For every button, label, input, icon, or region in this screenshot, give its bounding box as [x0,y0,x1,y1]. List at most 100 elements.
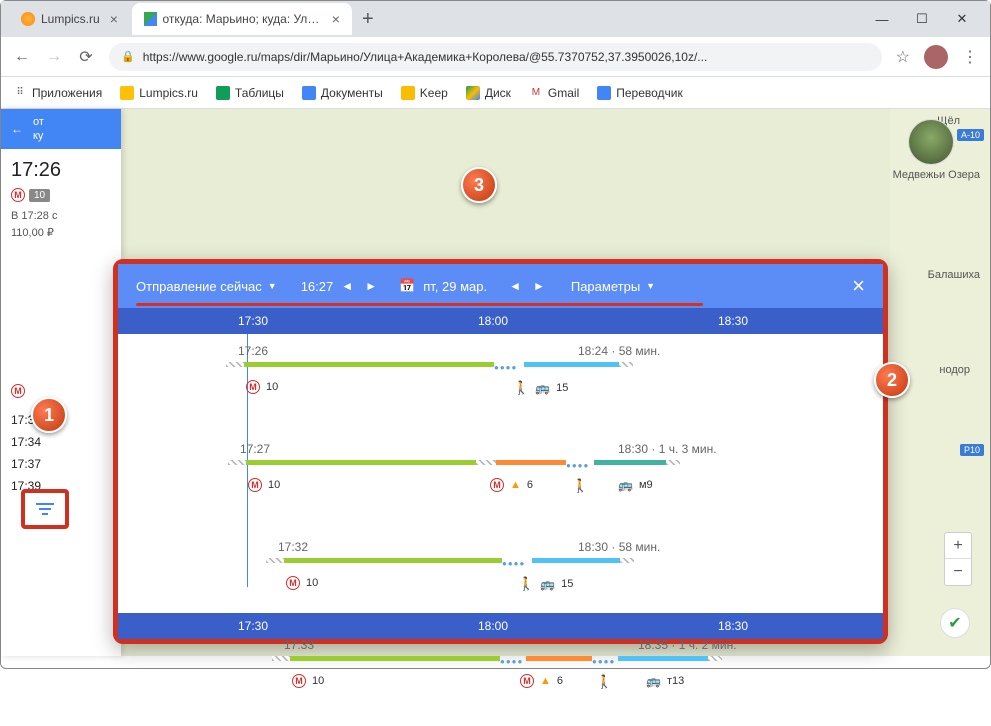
line-label: 10 [306,577,318,589]
map-label: нодор [939,364,970,376]
duration: 1 ч. 2 мин. [679,638,737,652]
line-label: 15 [561,578,573,590]
bookmark-sheets[interactable]: Таблицы [216,86,284,100]
duration: 58 мин. [619,344,661,358]
bookmark-docs[interactable]: Документы [302,86,383,100]
line-label: 10 [266,381,278,393]
tab-bar: Lumpics.ru × откуда: Марьино; куда: Улиц… [1,1,990,37]
line-label: 15 [556,382,568,394]
shield-icon[interactable]: ✔ [940,608,970,638]
metro-icon: M [520,674,534,688]
walk-icon: 🚶 [518,576,534,592]
time-axis-top: 17:30 18:00 18:30 [118,308,883,334]
to-label: ку [33,130,43,142]
new-tab-button[interactable]: + [354,5,382,33]
bookmark-label: Gmail [548,86,579,100]
route-row[interactable]: 17:27 18:30 · 1 ч. 3 мин. ●●●● M10 M▲6 🚶… [138,442,863,530]
line-label: т13 [667,675,684,687]
walk-segment: ●●●● [566,461,594,470]
depart-mode-dropdown[interactable]: Отправление сейчас▼ [136,279,277,294]
zoom-out-button[interactable]: − [945,559,971,585]
bookmark-gmail[interactable]: MGmail [529,86,579,100]
bus-segment [618,656,708,661]
dep-time: 17:26 [238,344,268,358]
schedule-overlay: Отправление сейчас▼ 16:27 ◄ ► 📅пт, 29 мар… [113,259,888,644]
user-avatar[interactable] [908,119,954,165]
params-dropdown[interactable]: Параметры▼ [571,279,655,294]
close-overlay-button[interactable]: × [852,273,865,299]
current-route[interactable]: 17:26 M10 В 17:28 с 110,00 ₽ [1,149,121,251]
bookmark-keep[interactable]: Keep [401,86,448,100]
arr-time: 18:24 [578,344,608,358]
map-label: Медвежьи Озера [893,169,980,181]
annotation-badge-1: 1 [31,397,67,433]
line-label: 10 [312,675,324,687]
walk-icon: 🚶 [513,380,529,396]
minimize-button[interactable]: — [862,4,902,34]
line-label: 6 [527,479,533,491]
wait-segment [666,460,680,465]
walk-icon: 🚶 [572,478,588,494]
star-icon[interactable]: ☆ [896,47,910,67]
axis-tick: 17:30 [238,619,268,633]
forward-icon[interactable]: → [45,48,63,66]
axis-tick: 18:00 [478,619,508,633]
line-badge: 10 [29,189,50,202]
metro-icon: M [246,380,260,394]
metro-segment [526,656,592,661]
time-option[interactable]: 17:37 [11,453,111,475]
reload-icon[interactable]: ⟳ [77,47,95,67]
bookmark-label: Документы [321,86,383,100]
close-window-button[interactable]: ✕ [942,4,982,34]
back-arrow-icon[interactable]: ← [11,122,23,136]
bookmark-label: Lumpics.ru [139,86,198,100]
back-icon[interactable]: ← [13,48,31,66]
time-prev-button[interactable]: ◄ [341,279,353,293]
date-next-button[interactable]: ► [533,279,545,293]
bookmark-translate[interactable]: Переводчик [597,86,683,100]
wait-segment [708,656,722,661]
bus-icon: 🚌 [646,674,661,688]
time-option[interactable]: 17:34 [11,431,111,453]
line-label: 10 [268,479,280,491]
dep-time: 17:33 [284,638,314,652]
time-value[interactable]: 16:27 [301,279,334,294]
route-row[interactable]: 17:33 18:35 · 1 ч. 2 мин. ●●●● ●●●● M10 … [138,638,863,726]
profile-avatar[interactable] [924,45,948,69]
bus-icon: 🚌 [618,478,633,492]
date-prev-button[interactable]: ◄ [509,279,521,293]
warning-icon: ▲ [540,675,551,687]
url-text: https://www.google.ru/maps/dir/Марьино/У… [143,50,708,64]
road-badge: A-10 [957,129,984,141]
directions-panel: ← отку 17:26 M10 В 17:28 с 110,00 ₽ M 17… [1,109,121,656]
calendar-icon: 📅 [399,278,415,294]
metro-segment [284,558,502,563]
annotation-badge-3: 3 [461,167,497,203]
metro-icon: M [11,384,25,398]
tab-lumpics[interactable]: Lumpics.ru × [9,3,130,35]
bookmark-drive[interactable]: Диск [466,86,511,100]
url-field[interactable]: 🔒 https://www.google.ru/maps/dir/Марьино… [109,43,882,71]
wait-segment [272,656,290,661]
arr-time: 18:30 [578,540,608,554]
maximize-button[interactable]: ☐ [902,4,942,34]
close-icon[interactable]: × [110,11,118,27]
transfer-segment [476,460,496,465]
menu-icon[interactable]: ⋮ [962,47,978,67]
bus-segment [524,362,619,367]
zoom-in-button[interactable]: + [945,533,971,559]
time-next-button[interactable]: ► [365,279,377,293]
address-bar: ← → ⟳ 🔒 https://www.google.ru/maps/dir/М… [1,37,990,77]
arr-time: 18:35 [638,638,668,652]
apps-button[interactable]: ⠿Приложения [13,86,102,100]
map-label: Балашиха [928,269,980,281]
dropdown-label: Отправление сейчас [136,279,262,294]
date-picker[interactable]: 📅пт, 29 мар. [399,278,487,294]
route-row[interactable]: 17:26 18:24 · 58 мин. ●●●● M10 🚶🚌15 [138,344,863,432]
highlight-underline [136,303,703,306]
close-icon[interactable]: × [332,11,340,27]
tab-maps[interactable]: откуда: Марьино; куда: Улица А × [132,3,352,35]
schedule-explorer-button[interactable] [21,489,69,529]
road-badge: P10 [960,444,984,456]
bookmark-lumpics[interactable]: Lumpics.ru [120,86,198,100]
